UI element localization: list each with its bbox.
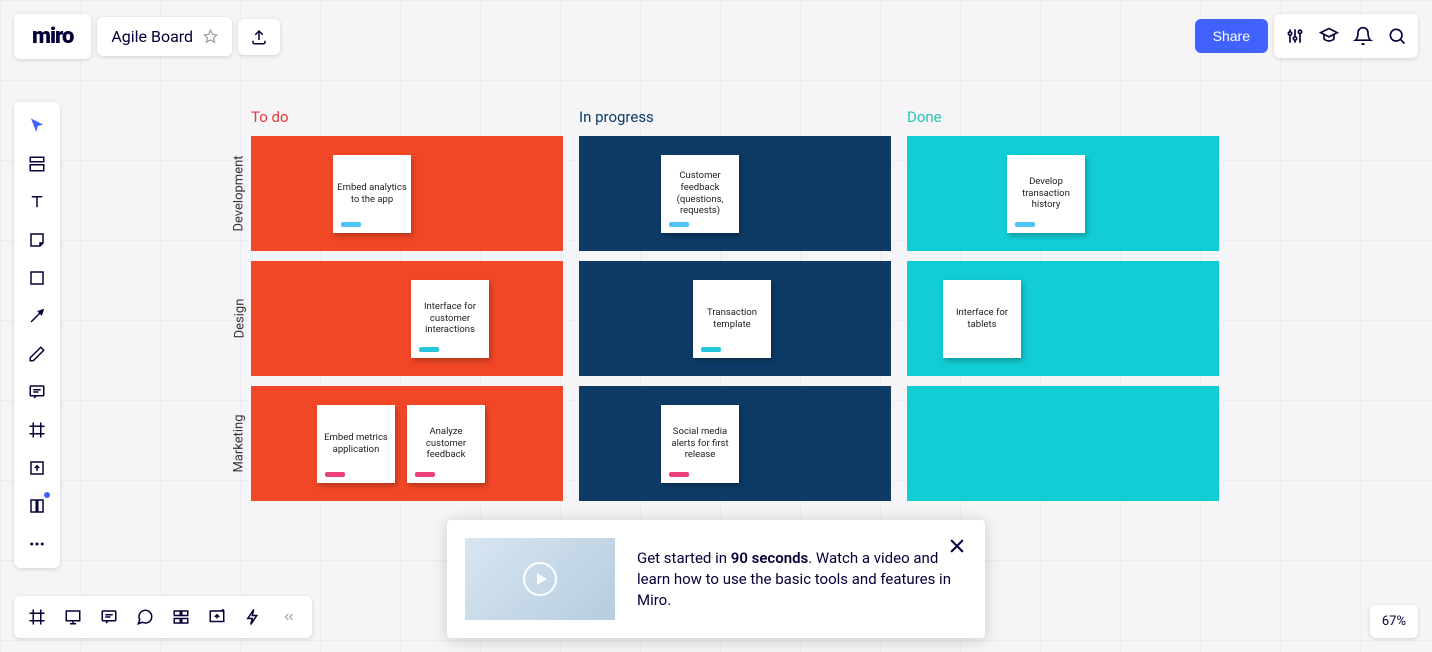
collapse-icon[interactable] xyxy=(272,602,306,632)
sticky-note[interactable]: Social media alerts for first release xyxy=(661,405,739,483)
cell-marketing-todo[interactable]: Embed metrics application Analyze custom… xyxy=(251,386,563,501)
tag-icon xyxy=(415,472,435,477)
cards-icon[interactable] xyxy=(164,602,198,632)
frame-tool[interactable] xyxy=(20,412,54,448)
board-title-box[interactable]: Agile Board xyxy=(97,17,232,56)
tag-icon xyxy=(419,347,439,352)
logo-box[interactable]: miro xyxy=(14,14,91,59)
video-thumbnail[interactable] xyxy=(465,538,615,620)
right-icon-group xyxy=(1274,14,1418,58)
search-icon[interactable] xyxy=(1382,21,1412,51)
cell-design-inprog[interactable]: Transaction template xyxy=(579,261,891,376)
popup-text: Get started in 90 seconds. Watch a video… xyxy=(637,548,967,611)
activity-icon[interactable] xyxy=(236,602,270,632)
shape-tool[interactable] xyxy=(20,260,54,296)
sticky-note[interactable]: Analyze customer feedback xyxy=(407,405,485,483)
tag-icon xyxy=(669,472,689,477)
cell-dev-done[interactable]: Develop transaction history xyxy=(907,136,1219,251)
tag-icon xyxy=(341,222,361,227)
cursor-tool[interactable] xyxy=(20,108,54,144)
close-icon[interactable] xyxy=(947,536,967,556)
star-icon[interactable] xyxy=(203,29,218,44)
comments-panel-icon[interactable] xyxy=(92,602,126,632)
cell-dev-todo[interactable]: Embed analytics to the app xyxy=(251,136,563,251)
export-icon xyxy=(250,28,268,46)
pen-tool[interactable] xyxy=(20,336,54,372)
cell-design-todo[interactable]: Interface for customer interactions xyxy=(251,261,563,376)
present-icon[interactable] xyxy=(56,602,90,632)
row-label-marketing: Marketing xyxy=(228,386,251,501)
top-right-tools: Share xyxy=(1195,14,1418,58)
cell-dev-inprog[interactable]: Customer feedback (questions, requests) xyxy=(579,136,891,251)
cell-marketing-inprog[interactable]: Social media alerts for first release xyxy=(579,386,891,501)
sticky-note[interactable]: Develop transaction history xyxy=(1007,155,1085,233)
comment-tool[interactable] xyxy=(20,374,54,410)
settings-icon[interactable] xyxy=(1280,21,1310,51)
sticky-note[interactable]: Interface for tablets xyxy=(943,280,1021,358)
tag-icon xyxy=(1015,222,1035,227)
tag-icon xyxy=(325,472,345,477)
templates-tool[interactable] xyxy=(20,146,54,182)
left-toolbar xyxy=(14,102,60,568)
tag-icon xyxy=(701,347,721,352)
chat-icon[interactable] xyxy=(128,602,162,632)
frames-panel-icon[interactable] xyxy=(20,602,54,632)
sticky-note[interactable]: Embed metrics application xyxy=(317,405,395,483)
share-button[interactable]: Share xyxy=(1195,19,1268,53)
column-headers: To do In progress Done xyxy=(251,108,1228,126)
text-tool[interactable] xyxy=(20,184,54,220)
sticky-note-tool[interactable] xyxy=(20,222,54,258)
row-label-development: Development xyxy=(228,136,251,251)
zoom-level[interactable]: 67% xyxy=(1370,605,1418,638)
export-button[interactable] xyxy=(238,19,280,55)
notifications-icon[interactable] xyxy=(1348,21,1378,51)
bottom-toolbar xyxy=(14,596,312,638)
learn-icon[interactable] xyxy=(1314,21,1344,51)
onboarding-popup: Get started in 90 seconds. Watch a video… xyxy=(447,520,985,638)
board-title: Agile Board xyxy=(111,27,193,46)
play-icon xyxy=(523,562,557,596)
row-design: Design Interface for customer interactio… xyxy=(228,261,1228,376)
sticky-note[interactable]: Interface for customer interactions xyxy=(411,280,489,358)
tag-icon xyxy=(669,222,689,227)
column-header-done: Done xyxy=(907,108,1219,126)
row-development: Development Embed analytics to the app C… xyxy=(228,136,1228,251)
column-header-in-progress: In progress xyxy=(579,108,891,126)
screenshare-icon[interactable] xyxy=(200,602,234,632)
sticky-note[interactable]: Transaction template xyxy=(693,280,771,358)
cell-marketing-done[interactable] xyxy=(907,386,1219,501)
row-marketing: Marketing Embed metrics application Anal… xyxy=(228,386,1228,501)
column-header-todo: To do xyxy=(251,108,563,126)
sticky-note[interactable]: Embed analytics to the app xyxy=(333,155,411,233)
more-tool[interactable] xyxy=(20,526,54,562)
header: miro Agile Board xyxy=(14,14,280,59)
miro-logo: miro xyxy=(32,24,73,49)
apps-tool[interactable] xyxy=(20,488,54,524)
sticky-note[interactable]: Customer feedback (questions, requests) xyxy=(661,155,739,233)
board-canvas: To do In progress Done Development Embed… xyxy=(228,108,1228,501)
row-label-design: Design xyxy=(228,261,251,376)
kanban-board: Development Embed analytics to the app C… xyxy=(228,136,1228,501)
arrow-tool[interactable] xyxy=(20,298,54,334)
cell-design-done[interactable]: Interface for tablets xyxy=(907,261,1219,376)
upload-tool[interactable] xyxy=(20,450,54,486)
